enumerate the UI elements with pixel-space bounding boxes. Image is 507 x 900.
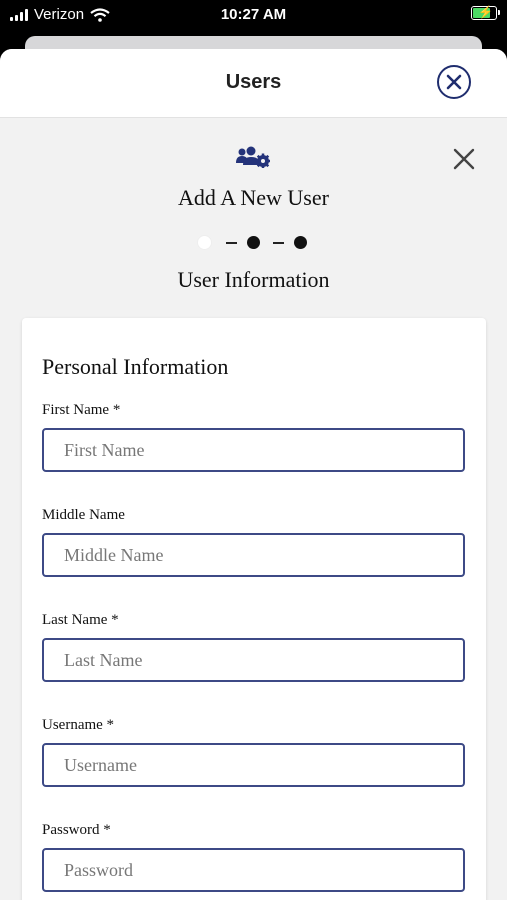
step-dot-completed — [198, 236, 211, 249]
battery-icon: ⚡ — [471, 5, 500, 20]
username-input[interactable] — [42, 743, 465, 787]
password-input[interactable] — [42, 848, 465, 892]
modal-header: Users — [0, 49, 507, 118]
wizard-heading: Add A New User — [178, 185, 329, 210]
users-gear-icon — [236, 146, 270, 168]
personal-info-card: Personal Information First Name * Middle… — [22, 318, 486, 900]
first-name-input[interactable] — [42, 428, 465, 472]
step-indicator — [198, 236, 310, 250]
username-label: Username * — [42, 717, 115, 733]
step-label: User Information — [177, 267, 330, 292]
section-title: Personal Information — [42, 354, 229, 379]
password-label: Password * — [42, 822, 111, 838]
first-name-label: First Name * — [42, 402, 121, 418]
last-name-input[interactable] — [42, 638, 465, 682]
last-name-label: Last Name * — [42, 612, 119, 628]
step-connector — [273, 242, 284, 244]
step-dot-upcoming — [294, 236, 307, 249]
middle-name-label: Middle Name — [42, 507, 125, 523]
status-time: 10:27 AM — [220, 6, 287, 23]
close-icon[interactable] — [453, 148, 475, 170]
close-circle-icon[interactable] — [437, 65, 471, 99]
status-bar: Verizon 10:27 AM ⚡ — [0, 0, 507, 30]
users-modal: Users Add A New User User Information Pe… — [0, 49, 507, 900]
step-connector — [226, 242, 237, 244]
step-dot-current — [247, 236, 260, 249]
middle-name-input[interactable] — [42, 533, 465, 577]
modal-title: Users — [225, 71, 282, 93]
